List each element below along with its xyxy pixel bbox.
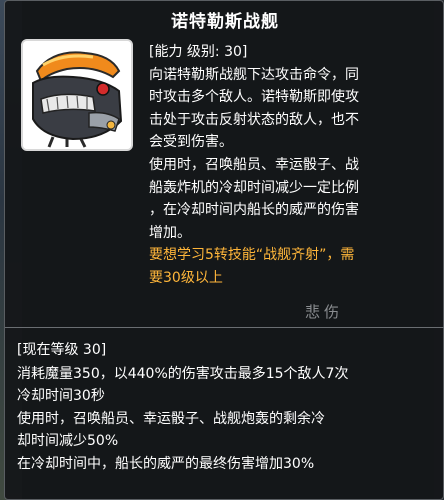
description-line: 击处于攻击反射状态的敌人，也不 xyxy=(149,111,359,128)
skill-icon-frame xyxy=(21,39,133,151)
current-level-header: [现在等级 30] xyxy=(17,342,107,358)
requirement-line: 要想学习5转技能“战舰齐射”，需 xyxy=(149,247,355,264)
nautilus-battleship-icon xyxy=(23,41,131,149)
current-level-section: [现在等级 30] 消耗魔量350，以440%的伤害攻击最多15个敌人7次 冷却… xyxy=(17,339,443,475)
description-line: 船轰炸机的冷却时间减少一定比例 xyxy=(149,179,359,196)
description-line: 时攻击多个敌人。诺特勒斯即使攻 xyxy=(149,89,359,106)
watermark-text: 悲伤 xyxy=(305,303,344,321)
description-line: 向诺特勒斯战舰下达攻击命令，同 xyxy=(149,66,359,83)
description-line: [能力 级别: 30] xyxy=(149,44,248,60)
requirement-line: 要30级以上 xyxy=(149,269,223,286)
section-divider xyxy=(5,327,444,328)
skill-description: [能力 级别: 30] 向诺特勒斯战舰下达攻击命令，同 时攻击多个敌人。诺特勒斯… xyxy=(149,41,444,290)
current-level-line: 使用时，召唤船员、幸运骰子、战舰炮轰的剩余冷 xyxy=(17,410,325,427)
current-level-line: 在冷却时间中，船长的威严的最终伤害增加30% xyxy=(17,455,315,472)
current-level-line: 冷却时间30秒 xyxy=(17,388,105,404)
description-line: 增加。 xyxy=(149,224,191,241)
current-level-line: 消耗魔量350，以440%的伤害攻击最多15个敌人7次 xyxy=(17,365,349,382)
current-level-line: 却时间减少50% xyxy=(17,433,119,449)
skill-title: 诺特勒斯战舰 xyxy=(171,12,279,32)
skill-tooltip: 诺特勒斯战舰 [能力 级别: 30] 向诺特勒斯战舰下达攻击命令，同 时攻击多个… xyxy=(4,0,444,500)
description-line: 会受到伤害。 xyxy=(149,134,233,151)
description-line: ，在冷却时间内船长的威严的伤害 xyxy=(149,202,359,219)
description-line: 使用时，召唤船员、幸运骰子、战 xyxy=(149,156,359,173)
